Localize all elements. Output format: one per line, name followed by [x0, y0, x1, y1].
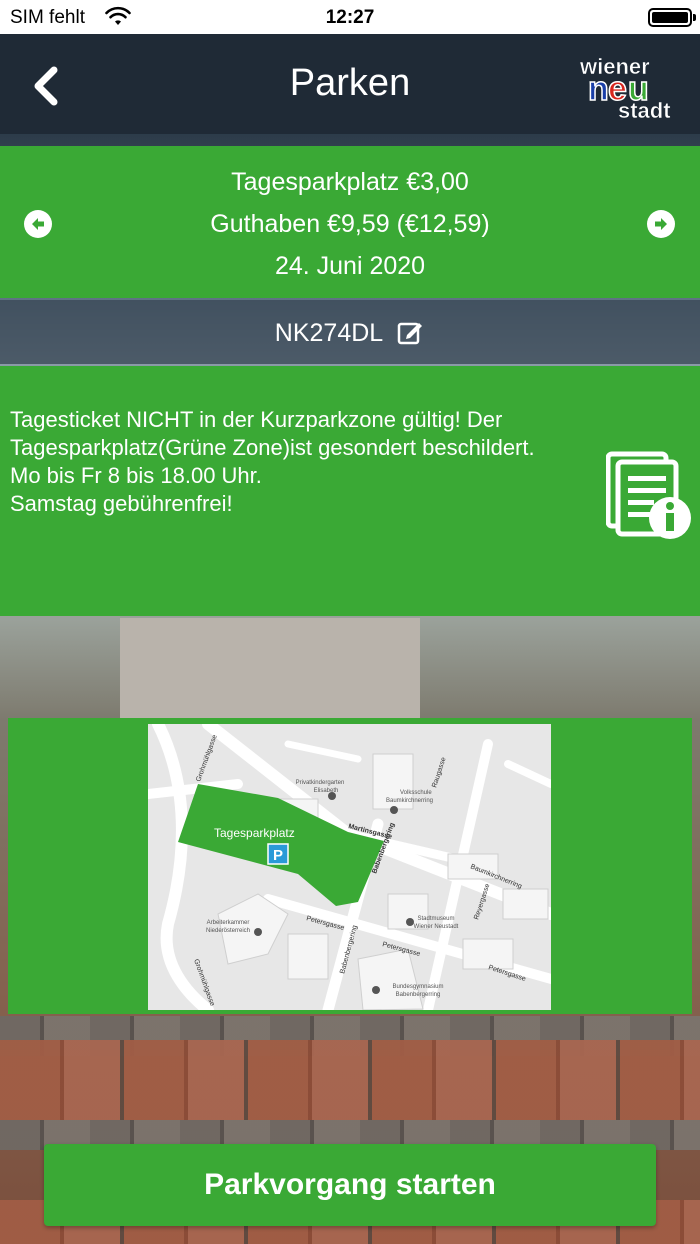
- map-poi-label: Privatkindergarten: [296, 780, 345, 786]
- clock: 12:27: [325, 7, 375, 28]
- map-poi-label: Arbeiterkammer: [207, 920, 250, 926]
- parking-map[interactable]: P Tagesparkplatz Privatkindergarten Elis…: [148, 724, 551, 1010]
- svg-text:n: n: [588, 70, 609, 108]
- start-parking-button[interactable]: Parkvorgang starten: [44, 1144, 656, 1226]
- parking-date: 24. Juni 2020: [274, 252, 426, 280]
- next-button[interactable]: [647, 210, 675, 238]
- map-panel: P Tagesparkplatz Privatkindergarten Elis…: [8, 718, 692, 1014]
- map-zone-label: Tagesparkplatz: [214, 826, 295, 840]
- parking-summary: Tagesparkplatz €3,00 Guthaben €9,59 (€12…: [0, 146, 700, 298]
- info-line: Samstag gebührenfrei!: [10, 491, 233, 516]
- info-box: Tagesticket NICHT in der Kurzparkzone gü…: [0, 366, 700, 616]
- balance: Guthaben €9,59 (€12,59): [210, 210, 490, 238]
- edit-icon[interactable]: [397, 319, 425, 345]
- license-plate: NK274DL: [274, 319, 383, 347]
- map-poi-label: Baumkirchnerring: [386, 798, 433, 804]
- roof-band: [0, 1040, 700, 1120]
- info-line: Tagesticket NICHT in der Kurzparkzone gü…: [10, 407, 535, 460]
- parking-symbol: P: [273, 847, 283, 864]
- license-plate-bar[interactable]: NK274DL: [0, 300, 700, 364]
- map-poi-label: Elisabeth: [314, 788, 339, 794]
- map-poi-label: Niederösterreich: [206, 928, 250, 934]
- navigation-bar: Parken wiener n e u stadt: [0, 34, 700, 134]
- map-poi-label: Volksschule: [400, 790, 432, 796]
- map-poi-label: Babenbergerring: [396, 992, 441, 998]
- info-text: Tagesticket NICHT in der Kurzparkzone gü…: [10, 406, 590, 518]
- previous-button[interactable]: [24, 210, 52, 238]
- map-graphic: P Tagesparkplatz Privatkindergarten Elis…: [148, 724, 551, 1010]
- zone-price: Tagesparkplatz €3,00: [231, 168, 469, 196]
- map-poi-label: Stadtmuseum: [417, 916, 454, 922]
- map-poi-label: Bundesgymnasium: [392, 984, 443, 990]
- church-facade: [120, 618, 420, 718]
- city-logo: wiener n e u stadt: [579, 54, 672, 120]
- svg-text:stadt: stadt: [618, 98, 671, 120]
- document-info-icon[interactable]: [606, 450, 692, 542]
- info-line: Mo bis Fr 8 bis 18.00 Uhr.: [10, 463, 262, 488]
- status-bar: SIM fehlt 12:27: [0, 0, 700, 34]
- arrow-left-circle-icon: [32, 218, 44, 230]
- arrow-right-circle-icon: [655, 218, 667, 230]
- map-poi-label: Wiener Neustadt: [414, 924, 459, 930]
- battery-icon: [648, 8, 696, 27]
